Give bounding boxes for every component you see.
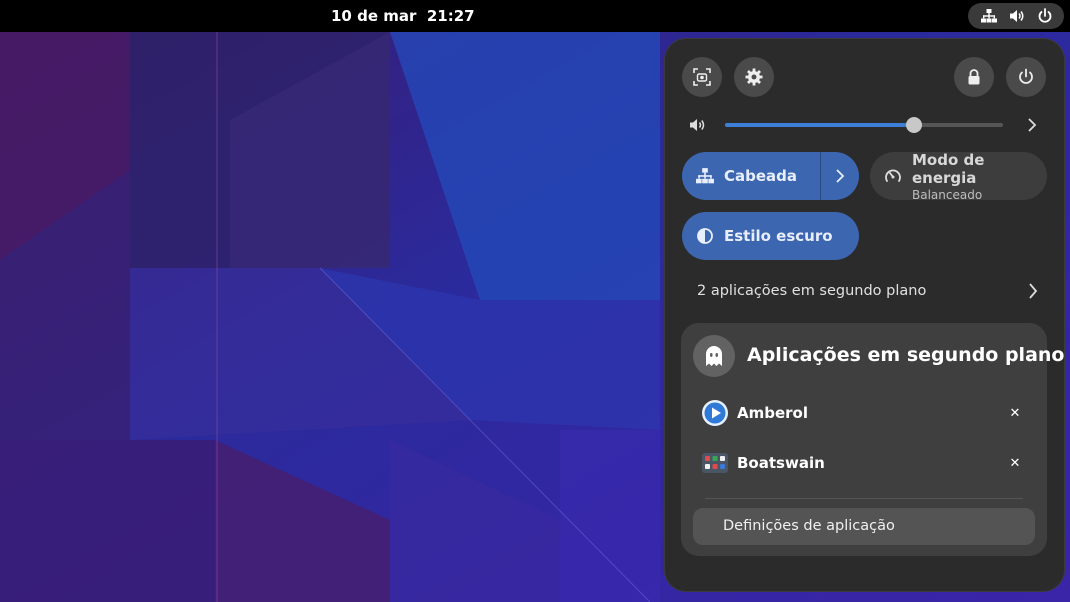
power-off-button[interactable] <box>1006 57 1046 97</box>
wired-network-menu-arrow[interactable] <box>820 152 859 200</box>
network-wired-icon <box>981 9 997 23</box>
chevron-right-icon[interactable] <box>1026 117 1038 133</box>
app-settings-button[interactable]: Definições de aplicação <box>693 508 1035 545</box>
chevron-right-icon <box>836 169 845 183</box>
lock-button[interactable] <box>954 57 994 97</box>
screenshot-button[interactable] <box>682 57 722 97</box>
settings-button[interactable] <box>734 57 774 97</box>
boatswain-icon <box>702 453 728 473</box>
dark-mode-icon <box>697 228 713 244</box>
power-icon <box>1038 8 1052 23</box>
chevron-right-icon <box>1029 283 1038 299</box>
dark-style-toggle[interactable]: Estilo escuro <box>682 212 859 260</box>
lock-icon <box>968 69 980 85</box>
submenu-title: Aplicações em segundo plano <box>747 344 1065 366</box>
background-apps-submenu: Aplicações em segundo plano Amberol ✕ Bo… <box>681 323 1064 556</box>
separator <box>705 498 1023 499</box>
network-wired-icon <box>696 168 714 184</box>
wired-toggle-label: Cabeada <box>724 167 798 185</box>
power-icon <box>1019 68 1033 84</box>
background-apps-label: 2 aplicações em segundo plano <box>697 283 927 299</box>
top-bar: 10 de mar 21:27 <box>0 0 1070 32</box>
settings-gear-icon <box>745 68 763 86</box>
power-mode-subtitle: Balanceado <box>912 187 983 202</box>
background-app-row[interactable]: Amberol ✕ <box>693 393 1035 433</box>
wired-network-toggle[interactable]: Cabeada <box>682 152 859 200</box>
power-mode-label: Modo de energia <box>912 150 985 187</box>
dark-style-label: Estilo escuro <box>724 227 833 245</box>
volume-icon <box>1010 10 1024 22</box>
close-icon[interactable]: ✕ <box>1007 405 1023 421</box>
ghost-icon <box>693 335 735 377</box>
power-mode-text: Modo de energia Balanceado <box>912 151 1047 202</box>
clock[interactable]: 10 de mar 21:27 <box>331 0 475 32</box>
volume-slider-fill <box>725 123 915 127</box>
quick-settings-panel: Cabeada Modo de energia Balanceado Estil… <box>664 38 1065 592</box>
volume-icon <box>690 119 705 131</box>
screenshot-icon <box>693 68 711 86</box>
app-settings-label: Definições de aplicação <box>723 518 895 534</box>
power-mode-toggle[interactable]: Modo de energia Balanceado <box>870 151 1047 202</box>
system-status-area[interactable] <box>968 3 1064 29</box>
volume-slider-row <box>685 115 1045 135</box>
close-icon[interactable]: ✕ <box>1007 455 1023 471</box>
background-app-row[interactable]: Boatswain ✕ <box>693 443 1035 483</box>
amberol-icon <box>702 400 728 426</box>
background-apps-row[interactable]: 2 aplicações em segundo plano <box>681 271 1051 311</box>
volume-slider[interactable] <box>725 117 1003 133</box>
app-name: Boatswain <box>737 454 825 472</box>
power-mode-gauge-icon <box>885 169 901 182</box>
app-name: Amberol <box>737 404 808 422</box>
volume-slider-handle[interactable] <box>906 117 923 133</box>
